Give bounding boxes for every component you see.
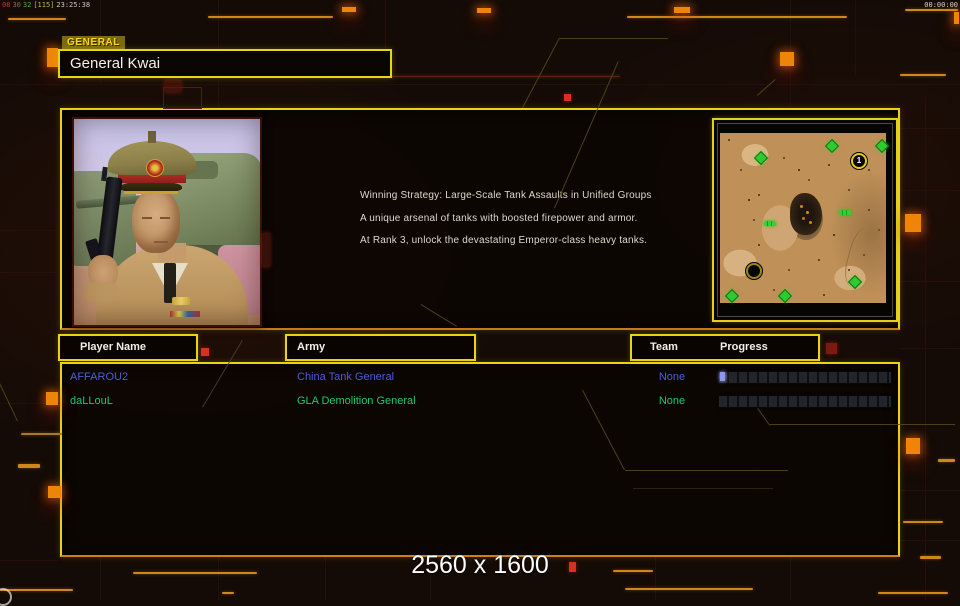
team-progress-header-box: Team Progress	[630, 334, 820, 361]
deco-grid	[900, 490, 960, 491]
hud-stats-overlay: 083032[115]23:25:38	[2, 1, 92, 9]
deco-grid	[900, 348, 960, 349]
deco-grid	[855, 0, 856, 75]
general-tab-label: GENERAL	[62, 36, 125, 49]
player-name: daLLouL	[70, 391, 113, 411]
general-name: General Kwai	[70, 51, 160, 76]
map-unit-marker	[839, 210, 851, 215]
deco-grid	[0, 84, 960, 85]
deco-grid	[900, 128, 960, 129]
map-supply-marker	[725, 289, 739, 303]
hud-stat: 08	[2, 1, 10, 9]
progress-bar	[718, 395, 892, 408]
deco-grid	[925, 96, 926, 600]
player-name-header: Player Name	[80, 336, 146, 359]
hud-stat: [115]	[33, 1, 54, 9]
player-army: China Tank General	[297, 367, 394, 387]
player-team: None	[642, 367, 702, 387]
deco-grid	[0, 403, 58, 404]
player-army: GLA Demolition General	[297, 391, 416, 411]
player-name-header-box: Player Name	[58, 334, 198, 361]
hud-stat: 30	[12, 1, 20, 9]
hud-timer: 00:00:00	[924, 1, 958, 9]
progress-bar	[718, 371, 892, 384]
resolution-label: 2560 x 1600	[0, 551, 960, 580]
map-center-rocks	[790, 193, 822, 235]
map-preview-image: 1	[720, 133, 886, 303]
general-name-box: General Kwai	[58, 49, 392, 78]
progress-header: Progress	[720, 336, 768, 359]
map-supply-marker	[754, 151, 768, 165]
map-start-position-marker: 1	[851, 153, 867, 169]
general-info-panel: Winning Strategy: Large-Scale Tank Assau…	[60, 108, 900, 330]
map-preview-panel: 1	[712, 118, 898, 322]
army-header-box: Army	[285, 334, 476, 361]
progress-fill	[720, 372, 725, 381]
deco-grid	[0, 272, 58, 273]
strategy-line: At Rank 3, unlock the devastating Empero…	[360, 235, 647, 246]
player-team: None	[642, 391, 702, 411]
map-unit-marker	[764, 221, 776, 226]
general-portrait	[72, 117, 262, 327]
map-supply-marker	[825, 139, 839, 153]
map-open-position-marker	[746, 263, 762, 279]
deco-grid	[385, 0, 386, 50]
hud-clock: 23:25:38	[56, 1, 90, 9]
hud-stat: 32	[23, 1, 31, 9]
deco-grid	[900, 540, 960, 541]
deco-grid	[900, 281, 960, 282]
deco-grid	[790, 0, 791, 108]
deco-grid	[0, 230, 58, 231]
player-row: AFFAROU2 China Tank General None	[62, 367, 898, 387]
player-row: daLLouL GLA Demolition General None	[62, 391, 898, 411]
army-header: Army	[297, 336, 325, 359]
player-name: AFFAROU2	[70, 367, 128, 387]
strategy-line: Winning Strategy: Large-Scale Tank Assau…	[360, 190, 652, 201]
map-supply-marker	[778, 289, 792, 303]
deco-grid	[900, 190, 960, 191]
team-header: Team	[650, 336, 678, 359]
strategy-line: A unique arsenal of tanks with boosted f…	[360, 213, 638, 224]
player-list-panel: AFFAROU2 China Tank General None daLLouL…	[60, 362, 900, 557]
